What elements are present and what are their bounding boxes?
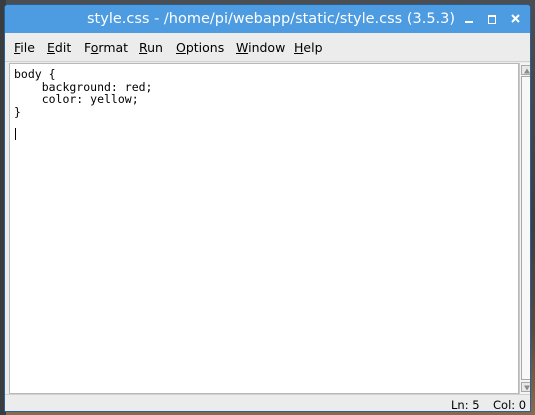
- menu-help[interactable]: Help: [294, 33, 323, 61]
- status-bar: Ln: 5 Col: 0: [5, 394, 530, 412]
- maximize-button[interactable]: [482, 9, 502, 29]
- title-bar[interactable]: style.css - /home/pi/webapp/static/style…: [5, 5, 530, 33]
- code-editor[interactable]: body { background: red; color: yellow; }: [9, 63, 519, 394]
- status-line: Ln: 5: [451, 398, 480, 412]
- arrow-up-icon: [524, 68, 530, 74]
- close-icon: [506, 14, 526, 32]
- idle-editor-window: style.css - /home/pi/webapp/static/style…: [4, 4, 531, 412]
- window-title: style.css - /home/pi/webapp/static/style…: [87, 11, 456, 27]
- vertical-scrollbar[interactable]: [519, 63, 530, 394]
- scroll-up-button[interactable]: [521, 65, 530, 75]
- menu-window[interactable]: Window: [236, 33, 285, 61]
- text-cursor: [15, 128, 16, 140]
- code-text: body { background: red; color: yellow; }: [14, 68, 152, 118]
- menu-format[interactable]: Format: [84, 33, 128, 61]
- menu-run[interactable]: Run: [139, 33, 163, 61]
- scroll-down-button[interactable]: [521, 382, 530, 392]
- menu-file[interactable]: File: [14, 33, 35, 61]
- menu-edit[interactable]: Edit: [47, 33, 71, 61]
- menu-options[interactable]: Options: [176, 33, 224, 61]
- code-line: color: yellow;: [14, 92, 139, 107]
- close-button[interactable]: [506, 9, 526, 29]
- code-line: }: [14, 104, 21, 119]
- scrollbar-thumb[interactable]: [521, 76, 530, 380]
- minimize-button[interactable]: [459, 9, 479, 29]
- arrow-down-icon: [524, 385, 530, 391]
- status-column: Col: 0: [493, 398, 527, 412]
- menu-bar: File Edit Format Run Options Window Help: [5, 33, 530, 62]
